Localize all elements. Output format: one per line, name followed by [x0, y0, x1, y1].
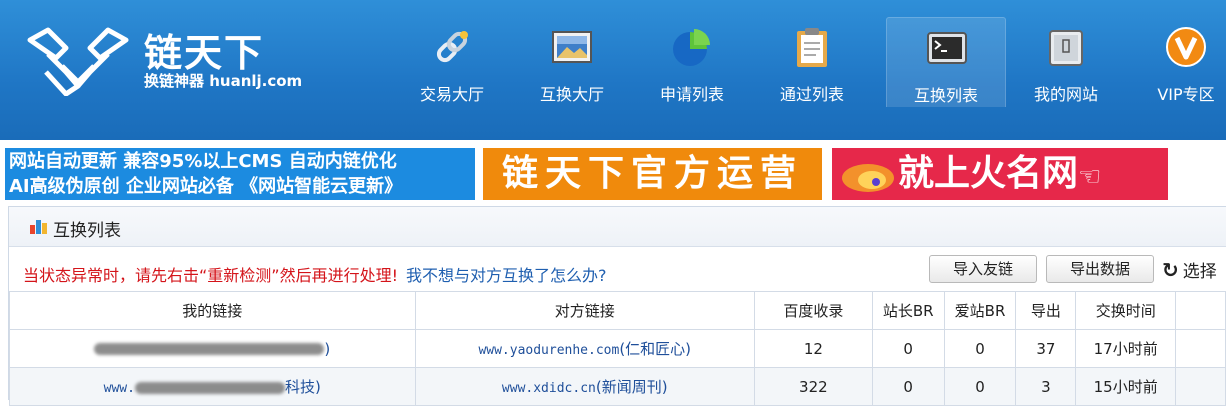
ad-banners: 网站自动更新 兼容95%以上CMS 自动内链优化 AI高级伪原创 企业网站必备 …	[0, 140, 1226, 204]
swap-table: 我的链接 对方链接 百度收录 站长BR 爱站BR 导出 交换时间 ) www.y…	[9, 291, 1226, 406]
column-header[interactable]: 我的链接	[9, 291, 416, 330]
my-link-cell[interactable]: )	[9, 329, 416, 368]
their-domain: www.yaodurenhe.com	[478, 343, 620, 358]
their-link-cell[interactable]: www.yaodurenhe.com(仁和匠心)	[414, 329, 755, 368]
banner-line: AI高级伪原创 企业网站必备 《网站智能云更新》	[9, 176, 403, 197]
nav-label: 互换大厅	[539, 85, 604, 104]
status-notice: 当状态异常时，请先右击“重新检测”然后再进行处理! 我不想与对方互换了怎么办?	[23, 262, 607, 286]
refresh-icon: ↻	[1162, 258, 1179, 282]
bar-chart-icon	[30, 220, 47, 234]
their-site-name: (新闻周刊)	[595, 378, 668, 396]
tablet-icon	[1049, 30, 1083, 66]
warning-text: 当状态异常时，请先右击“重新检测”然后再进行处理!	[23, 266, 398, 285]
column-header-overflow	[1175, 291, 1226, 330]
flame-icon	[842, 164, 894, 192]
export-count-cell: 37	[1015, 329, 1077, 368]
my-link-suffix: 科技)	[284, 378, 321, 396]
panel-header: 互换列表	[9, 207, 1226, 247]
logo-subtitle: 换链神器 huanlj.com	[144, 72, 303, 90]
site-logo[interactable]: 链天下 换链神器 huanlj.com	[26, 22, 346, 102]
huoming-banner[interactable]: 就上火名网☜	[832, 148, 1168, 200]
az-br-cell: 0	[943, 329, 1017, 368]
import-friend-links-button[interactable]: 导入友链	[929, 255, 1037, 283]
vip-badge-icon	[1166, 27, 1206, 67]
my-link-prefix: www.	[103, 381, 135, 396]
select-control[interactable]: ↻ 选择	[1162, 257, 1217, 282]
my-link-suffix: )	[324, 339, 331, 358]
column-header[interactable]: 百度收录	[754, 291, 873, 330]
cms-update-banner[interactable]: 网站自动更新 兼容95%以上CMS 自动内链优化 AI高级伪原创 企业网站必备 …	[5, 148, 475, 200]
logo-title: 链天下	[144, 31, 265, 75]
column-header[interactable]: 站长BR	[871, 291, 945, 330]
table-row: ) www.yaodurenhe.com(仁和匠心) 12 0 0 37 17小…	[9, 329, 1226, 368]
chain-link-icon	[436, 31, 468, 63]
nav-item-approved-list[interactable]: 通过列表	[752, 17, 872, 107]
official-operation-banner[interactable]: 链天下官方运营	[483, 148, 822, 200]
zz-br-cell: 0	[871, 329, 945, 368]
column-header[interactable]: 导出	[1015, 291, 1077, 330]
select-label: 选择	[1182, 262, 1217, 282]
baidu-index-cell: 12	[754, 329, 873, 368]
pie-chart-icon	[673, 29, 710, 66]
nav-item-vip-zone[interactable]: VIP专区	[1126, 17, 1226, 107]
nav-label: 申请列表	[659, 85, 724, 104]
redacted-text	[134, 381, 285, 394]
export-data-button[interactable]: 导出数据	[1046, 255, 1154, 283]
column-header[interactable]: 对方链接	[414, 291, 755, 330]
swap-list-panel: 互换列表 当状态异常时，请先右击“重新检测”然后再进行处理! 我不想与对方互换了怎…	[8, 206, 1226, 406]
table-header-row: 我的链接 对方链接 百度收录 站长BR 爱站BR 导出 交换时间	[9, 291, 1226, 330]
nav-label: 交易大厅	[419, 85, 484, 104]
panel-title: 互换列表	[53, 221, 121, 241]
banner-text: 就上火名网	[898, 153, 1079, 194]
nav-label: VIP专区	[1157, 85, 1215, 104]
their-domain: www.xdidc.cn	[501, 381, 596, 396]
landscape-picture-icon	[552, 31, 592, 63]
help-link[interactable]: 我不想与对方互换了怎么办?	[406, 266, 607, 285]
nav-item-exchange-hall[interactable]: 互换大厅	[512, 17, 632, 107]
column-header[interactable]: 爱站BR	[943, 291, 1017, 330]
clipboard-icon	[797, 28, 827, 67]
nav-label: 通过列表	[779, 85, 844, 104]
column-header[interactable]: 交换时间	[1075, 291, 1177, 330]
nav-item-application-list[interactable]: 申请列表	[632, 17, 752, 107]
nav-label: 我的网站	[1033, 85, 1098, 104]
pointing-hand-icon: ☜	[1078, 162, 1102, 192]
terminal-window-icon	[927, 32, 967, 64]
banner-line: 网站自动更新 兼容95%以上CMS 自动内链优化	[9, 151, 397, 172]
redacted-text	[94, 343, 325, 355]
their-site-name: (仁和匠心)	[619, 340, 692, 358]
overflow-cell	[1175, 329, 1226, 368]
swap-time-cell: 17小时前	[1075, 329, 1177, 368]
chain-logo-icon	[27, 27, 129, 96]
nav-item-trading-hall[interactable]: 交易大厅	[392, 17, 512, 107]
nav-item-swap-list[interactable]: 互换列表	[886, 17, 1006, 107]
top-header: 链天下 换链神器 huanlj.com 交易大厅 互换大厅 申请列表 通过列表 …	[0, 0, 1226, 140]
nav-item-my-sites[interactable]: 我的网站	[1006, 17, 1126, 107]
nav-label: 互换列表	[913, 86, 978, 105]
